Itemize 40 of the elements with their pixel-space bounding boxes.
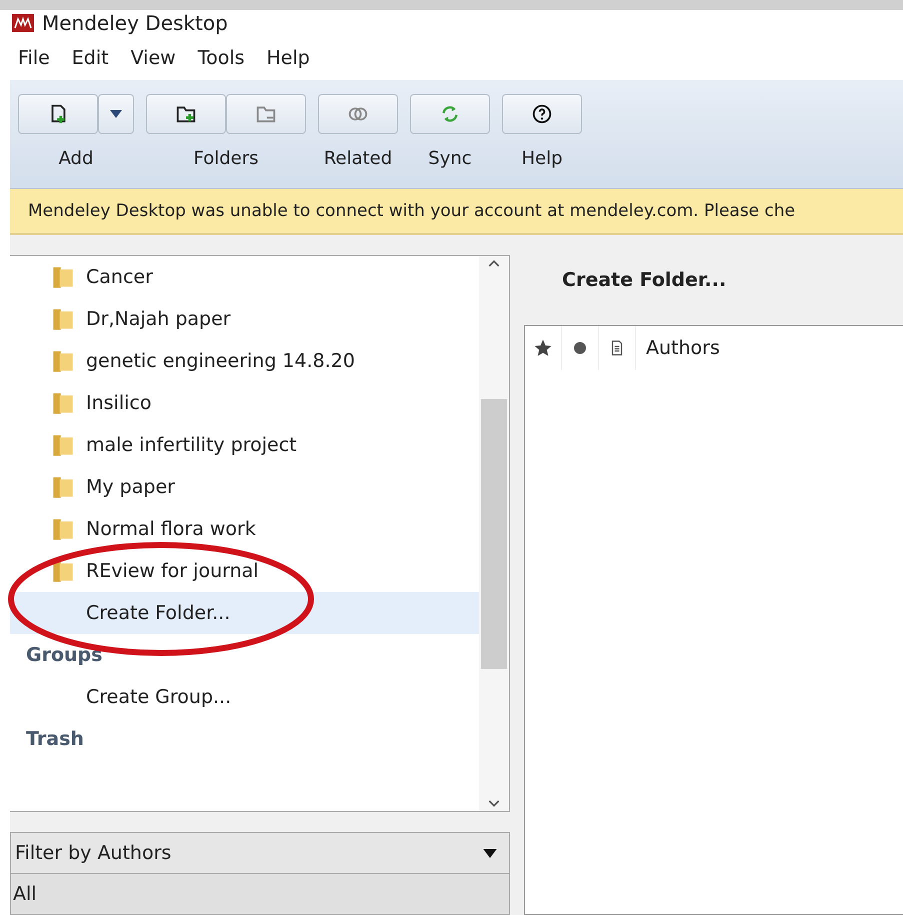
sidebar-item[interactable]: Cancer — [10, 256, 479, 298]
toolbar-button[interactable] — [502, 94, 582, 134]
caret-icon — [110, 110, 122, 118]
view-title: Create Folder... — [562, 269, 728, 294]
sidebar-item[interactable]: Dr,Najah paper — [10, 298, 479, 340]
toolbar-button[interactable] — [18, 94, 98, 134]
sidebar-item[interactable]: genetic engineering 14.8.20 — [10, 340, 479, 382]
menu-item[interactable]: File — [18, 46, 50, 69]
column-header[interactable]: Authors — [646, 337, 720, 360]
filter-item[interactable]: All — [10, 874, 510, 915]
sidebar-item[interactable]: Normal flora work — [10, 508, 479, 550]
section-heading: Groups — [25, 643, 104, 668]
warning-text: Mendeley Desktop was unable to connect with your account at mendeley.com. Please che — [28, 201, 796, 222]
sidebar-item[interactable]: Create Folder... — [10, 592, 479, 634]
window-title: Mendeley Desktop — [42, 10, 228, 35]
sidebar-item[interactable]: REview for journal — [10, 550, 479, 592]
help-icon — [531, 102, 553, 125]
sidebar-item[interactable]: male infertility project — [10, 424, 479, 466]
menu-item[interactable]: Edit — [72, 46, 109, 69]
app-logo-icon — [12, 14, 34, 32]
toolbar-label: Related — [324, 148, 392, 169]
dot-icon — [572, 340, 588, 356]
caret-icon — [483, 848, 497, 858]
toolbar-label: Help — [521, 148, 563, 169]
dropdown-button[interactable] — [98, 94, 134, 134]
section-heading: Trash — [25, 727, 85, 752]
star-icon — [533, 338, 553, 358]
filter-dropdown[interactable]: Filter by Authors — [10, 832, 510, 874]
toolbar-label: Folders — [193, 148, 258, 169]
toolbar-button[interactable] — [146, 94, 226, 134]
scrollbar[interactable] — [479, 256, 509, 812]
menu-item[interactable]: Help — [266, 46, 310, 69]
toolbar-label: Sync — [428, 148, 472, 169]
sidebar-item[interactable]: Create Group... — [10, 676, 479, 718]
menu-item[interactable]: View — [130, 46, 176, 69]
scrollbar-thumb[interactable] — [481, 398, 507, 669]
sidebar-item[interactable]: My paper — [10, 466, 479, 508]
toolbar-label: Add — [58, 148, 94, 169]
menu-item[interactable]: Tools — [198, 46, 244, 69]
sidebar-item[interactable]: Insilico — [10, 382, 479, 424]
